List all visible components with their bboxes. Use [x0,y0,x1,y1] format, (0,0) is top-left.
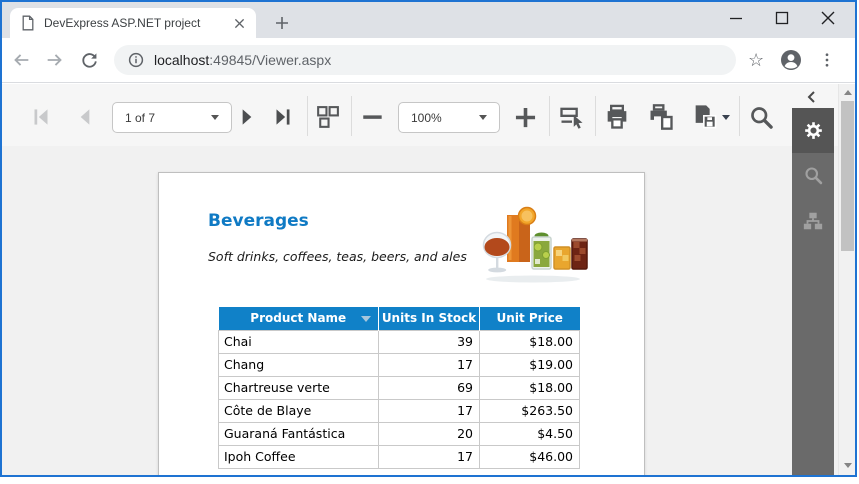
toolbar-separator [595,96,596,136]
forward-icon[interactable] [40,45,70,75]
column-header-product-name[interactable]: Product Name [219,307,379,330]
cell-product-name: Chartreuse verte [219,376,379,399]
zoom-in-icon[interactable] [510,102,540,132]
maximize-icon[interactable] [759,2,805,34]
page-favicon-icon [20,15,36,31]
chevron-down-icon [211,115,219,120]
cell-product-name: Chai [219,330,379,353]
gear-icon [803,120,824,141]
column-header-unit-price: Unit Price [480,307,580,330]
address-bar: localhost:49845/Viewer.aspx ☆ [2,38,855,83]
report-table: Product Name Units In Stock Unit Price C… [218,307,580,469]
cell-unit-price: $46.00 [480,445,580,468]
viewer-toolbar: 1 of 7 100% [2,84,855,146]
cell-product-name: Ipoh Coffee [219,445,379,468]
cell-product-name: Chang [219,353,379,376]
table-row: Guaraná Fantástica 20 $4.50 [219,422,580,445]
export-dropdown-chevron-icon[interactable] [718,102,734,132]
cell-units-in-stock: 17 [379,353,480,376]
url-text: localhost:49845/Viewer.aspx [154,52,331,68]
page-selector-dropdown[interactable]: 1 of 7 [112,102,232,133]
toolbar-separator [351,96,352,136]
toolbar-separator [307,96,308,136]
viewer-content-area: Beverages Soft drinks, coffees, teas, be… [2,146,855,475]
previous-page-icon[interactable] [70,102,100,132]
sidebar-tab-document-map[interactable] [792,198,834,243]
browser-tab[interactable]: DevExpress ASP.NET project [10,8,256,38]
tab-title: DevExpress ASP.NET project [44,16,231,30]
report-page: Beverages Soft drinks, coffees, teas, be… [158,172,645,475]
sidebar-tab-parameters[interactable] [792,108,834,153]
profile-avatar-icon[interactable] [780,49,802,71]
first-page-icon[interactable] [26,102,56,132]
table-row: Chai 39 $18.00 [219,330,580,353]
window-controls [713,2,851,36]
next-page-icon[interactable] [232,102,262,132]
sitemap-icon [802,210,824,232]
minimize-icon[interactable] [713,2,759,34]
close-icon[interactable] [805,2,851,34]
cell-unit-price: $19.00 [480,353,580,376]
table-row: Chang 17 $19.00 [219,353,580,376]
cell-product-name: Côte de Blaye [219,399,379,422]
scrollbar-thumb[interactable] [841,101,854,251]
cell-units-in-stock: 17 [379,399,480,422]
table-row: Ipoh Coffee 17 $46.00 [219,445,580,468]
beverages-photo [477,203,589,285]
search-icon[interactable] [746,102,776,132]
tab-strip: DevExpress ASP.NET project [2,2,855,38]
viewer-sidebar [792,108,834,475]
report-title: Beverages [208,211,309,231]
cell-unit-price: $263.50 [480,399,580,422]
highlight-editing-fields-icon[interactable] [557,102,587,132]
zoom-out-icon[interactable] [358,102,388,132]
reload-icon[interactable] [74,45,104,75]
zoom-selector-value: 100% [411,111,442,125]
address-bar-actions: ☆ [748,49,836,71]
cell-units-in-stock: 39 [379,330,480,353]
cell-units-in-stock: 20 [379,422,480,445]
url-omnibox[interactable]: localhost:49845/Viewer.aspx [114,45,736,75]
cell-product-name: Guaraná Fantástica [219,422,379,445]
export-save-icon[interactable] [690,102,720,132]
table-row: Côte de Blaye 17 $263.50 [219,399,580,422]
report-viewer: 1 of 7 100% [2,84,855,475]
sort-arrow-icon [361,316,371,322]
toolbar-separator [549,96,550,136]
toolbar-separator [739,96,740,136]
collapse-panel-chevron-icon[interactable] [800,88,822,106]
cell-unit-price: $18.00 [480,376,580,399]
page-selector-value: 1 of 7 [125,111,155,125]
sidebar-tab-search[interactable] [792,153,834,198]
screen: DevExpress ASP.NET project localhost:498… [0,0,859,484]
column-header-units-in-stock: Units In Stock [379,307,480,330]
multipage-view-icon[interactable] [312,102,342,132]
print-icon[interactable] [602,102,632,132]
print-page-icon[interactable] [646,102,676,132]
table-row: Chartreuse verte 69 $18.00 [219,376,580,399]
bookmark-star-icon[interactable]: ☆ [748,51,764,69]
last-page-icon[interactable] [268,102,298,132]
search-icon [803,165,824,186]
zoom-selector-dropdown[interactable]: 100% [398,102,500,133]
new-tab-button[interactable] [270,11,294,35]
back-icon[interactable] [6,45,36,75]
scroll-down-icon[interactable] [839,457,855,473]
cell-unit-price: $18.00 [480,330,580,353]
report-subtitle: Soft drinks, coffees, teas, beers, and a… [208,249,467,264]
table-header-row: Product Name Units In Stock Unit Price [219,307,580,330]
chevron-down-icon [479,115,487,120]
cell-units-in-stock: 69 [379,376,480,399]
info-icon[interactable] [128,52,144,68]
scroll-up-icon[interactable] [839,84,855,100]
browser-menu-icon[interactable] [818,51,836,69]
tab-close-icon[interactable] [231,15,248,32]
page-scrollbar[interactable] [838,84,855,475]
cell-units-in-stock: 17 [379,445,480,468]
cell-unit-price: $4.50 [480,422,580,445]
